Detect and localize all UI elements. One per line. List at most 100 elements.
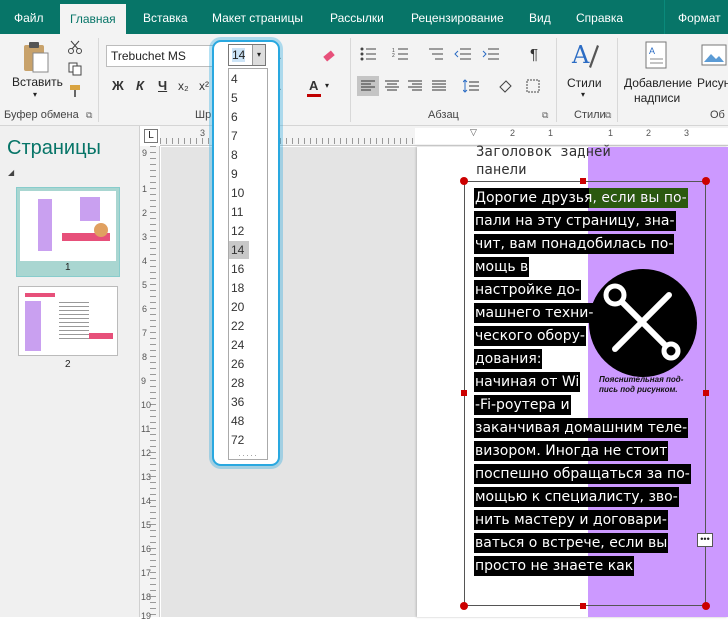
paragraph-launcher-icon[interactable]: ⧉ (542, 110, 548, 121)
font-size-option-20[interactable]: 20 (229, 298, 265, 316)
font-size-option-9[interactable]: 9 (229, 165, 265, 183)
text-line[interactable]: визором. Иногда не стоит (474, 441, 669, 461)
collapse-icon[interactable]: ◢ (8, 168, 14, 177)
paste-icon[interactable] (18, 40, 52, 74)
align-right-icon[interactable] (404, 76, 426, 96)
font-size-option-7[interactable]: 7 (229, 127, 265, 145)
font-size-option-11[interactable]: 11 (229, 203, 265, 221)
font-size-option-36[interactable]: 36 (229, 393, 265, 411)
multilevel-list-icon[interactable] (424, 45, 448, 63)
italic-button[interactable]: К (136, 78, 144, 93)
borders-icon[interactable] (522, 76, 544, 96)
picture-icon[interactable] (700, 40, 728, 70)
text-line[interactable]: заканчивая домашним теле- (474, 418, 689, 438)
text-line[interactable]: пали на эту страницу, зна- (474, 211, 676, 231)
text-line[interactable]: машнего техни- (474, 303, 595, 323)
text-line[interactable]: чит, вам понадобилась по- (474, 234, 675, 254)
font-size-option-4[interactable]: 4 (229, 70, 265, 88)
first-line-indent-marker[interactable]: ▽ (470, 127, 477, 138)
show-formatting-icon[interactable]: ¶ (530, 46, 538, 63)
font-size-option-6[interactable]: 6 (229, 108, 265, 126)
tab-mailings[interactable]: Рассылки (330, 11, 384, 25)
text-line[interactable]: начиная от Wi (474, 372, 581, 392)
tab-review[interactable]: Рецензирование (411, 11, 504, 25)
align-left-icon[interactable] (357, 76, 379, 96)
overflow-icon[interactable]: ••• (697, 533, 713, 547)
add-caption-icon[interactable]: A (640, 40, 672, 70)
clipboard-launcher-icon[interactable]: ⧉ (86, 110, 92, 121)
add-caption-label-line2[interactable]: надписи (634, 91, 680, 105)
cut-icon[interactable] (66, 38, 84, 56)
tab-home[interactable]: Главная (60, 4, 126, 34)
resize-handle[interactable] (580, 178, 586, 184)
format-painter-icon[interactable] (66, 82, 84, 100)
text-line[interactable]: дования: (474, 349, 543, 369)
line-spacing-icon[interactable] (460, 76, 482, 96)
subscript-button[interactable]: x₂ (178, 79, 189, 93)
text-line[interactable]: -Fi-роутера и (474, 395, 571, 415)
font-size-option-24[interactable]: 24 (229, 336, 265, 354)
font-size-option-16[interactable]: 16 (229, 260, 265, 278)
justify-icon[interactable] (428, 76, 450, 96)
font-size-option-10[interactable]: 10 (229, 184, 265, 202)
resize-handle[interactable] (460, 177, 468, 185)
resize-handle[interactable] (702, 602, 710, 610)
page-thumbnail-2[interactable] (18, 286, 118, 356)
vertical-ruler[interactable]: 9 1 2 3 4 5 6 7 8 9 10 11 12 13 14 15 16… (140, 146, 160, 621)
superscript-button[interactable]: x² (199, 79, 209, 93)
bullets-icon[interactable] (358, 45, 384, 63)
add-caption-label[interactable]: Добавление (624, 76, 692, 90)
text-line[interactable]: мощь в (474, 257, 530, 277)
font-size-option-12[interactable]: 12 (229, 222, 265, 240)
resize-handle[interactable] (703, 390, 709, 396)
resize-handle[interactable] (580, 603, 586, 609)
resize-handle[interactable] (702, 177, 710, 185)
resize-handle[interactable] (460, 602, 468, 610)
text-line[interactable]: ваться о встрече, если вы (474, 533, 669, 553)
styles-icon[interactable]: A (570, 38, 600, 72)
font-color-button[interactable]: A (309, 78, 318, 93)
resize-handle[interactable] (461, 390, 467, 396)
paste-dropdown-icon[interactable]: ▾ (33, 90, 37, 99)
tab-help[interactable]: Справка (576, 11, 623, 25)
font-size-dropdown-icon[interactable]: ▾ (252, 45, 265, 65)
tab-selector-button[interactable]: L (144, 129, 158, 143)
font-size-option-48[interactable]: 48 (229, 412, 265, 430)
underline-button[interactable]: Ч (158, 78, 167, 93)
align-center-icon[interactable] (381, 76, 403, 96)
text-line[interactable]: настройке до- (474, 280, 581, 300)
page-thumbnail-1[interactable]: 1 (16, 187, 120, 277)
tab-insert[interactable]: Вставка (143, 11, 188, 25)
font-size-option-28[interactable]: 28 (229, 374, 265, 392)
picture-label[interactable]: Рисун (697, 76, 728, 90)
text-line[interactable]: ческого обору- (474, 326, 586, 346)
text-line[interactable]: мощью к специалисту, зво- (474, 487, 679, 507)
text-line[interactable]: нить мастеру и договари- (474, 510, 668, 530)
font-color-dropdown-icon[interactable]: ▾ (325, 81, 329, 90)
font-size-option-14[interactable]: 14 (229, 241, 249, 259)
font-size-dropdown[interactable]: 14 ▾ 4 5 6 7 8 9 10 11 12 14 16 18 20 22… (212, 40, 280, 466)
text-line[interactable]: просто не знаете как (474, 556, 635, 576)
font-size-option-5[interactable]: 5 (229, 89, 265, 107)
styles-dropdown-icon[interactable]: ▾ (581, 90, 585, 99)
font-size-option-8[interactable]: 8 (229, 146, 265, 164)
bold-button[interactable]: Ж (112, 78, 124, 93)
tab-format[interactable]: Формат (678, 11, 721, 25)
copy-icon[interactable] (66, 60, 84, 78)
styles-launcher-icon[interactable]: ⧉ (605, 110, 611, 121)
paste-label[interactable]: Вставить (12, 75, 63, 89)
numbering-icon[interactable]: 12 (390, 45, 416, 63)
decrease-indent-icon[interactable] (452, 45, 474, 63)
clear-formatting-icon[interactable] (320, 46, 338, 64)
font-size-option-22[interactable]: 22 (229, 317, 265, 335)
tab-page-layout[interactable]: Макет страницы (212, 11, 303, 25)
increase-indent-icon[interactable] (480, 45, 502, 63)
font-name-combo[interactable]: Trebuchet MS (106, 45, 222, 67)
tab-file[interactable]: Файл (14, 11, 44, 25)
shading-icon[interactable] (494, 76, 516, 96)
font-size-option-18[interactable]: 18 (229, 279, 265, 297)
resize-grip-icon[interactable]: ····· (238, 450, 258, 460)
styles-label[interactable]: Стили (567, 76, 602, 90)
font-size-option-26[interactable]: 26 (229, 355, 265, 373)
font-size-option-72[interactable]: 72 (229, 431, 265, 449)
